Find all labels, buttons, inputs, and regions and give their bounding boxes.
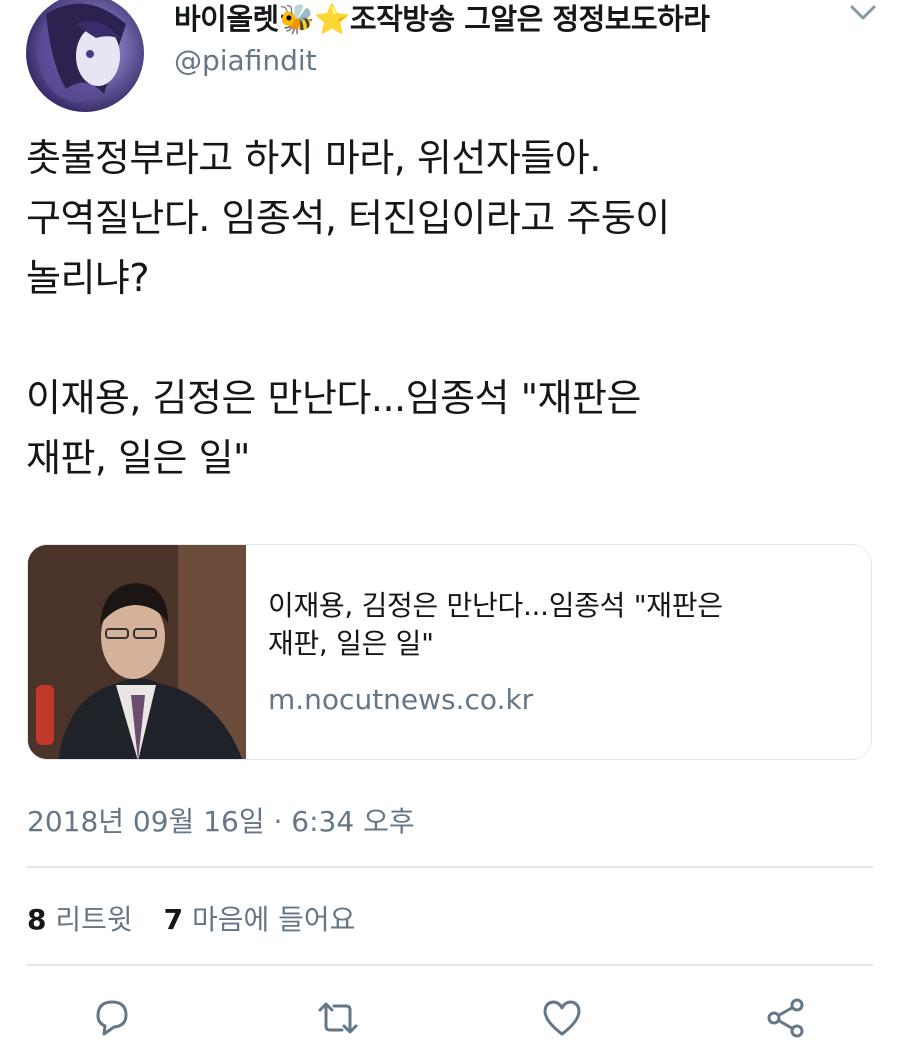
avatar[interactable]	[26, 0, 144, 112]
user-handle[interactable]: @piafindit	[174, 44, 317, 77]
like-stat[interactable]: 7 마음에 들어요	[164, 903, 356, 936]
divider	[27, 866, 873, 868]
retweet-stat[interactable]: 8 리트윗	[27, 903, 133, 936]
card-domain: m.nocutnews.co.kr	[268, 683, 534, 716]
link-card[interactable]: 이재용, 김정은 만난다...임종석 "재판은 재판, 일은 일" m.nocu…	[27, 544, 872, 760]
retweet-label: 리트윗	[55, 903, 133, 936]
avatar-image	[38, 2, 126, 102]
tweet-line: 재판, 일은 일"	[26, 436, 251, 480]
display-name[interactable]: 바이올렛🐝⭐조작방송 그알은 정정보도하라	[174, 0, 710, 38]
retweet-count: 8	[27, 903, 47, 936]
chevron-down-icon[interactable]	[848, 0, 878, 26]
tweet-line: 놀리냐?	[26, 256, 150, 300]
card-title-line: 재판, 일은 일"	[268, 627, 434, 660]
card-thumbnail	[28, 545, 246, 759]
like-count: 7	[163, 903, 184, 936]
tweet-timestamp[interactable]: 2018년 09월 16일 · 6:34 오후	[27, 800, 415, 840]
share-icon[interactable]	[764, 996, 808, 1040]
divider	[27, 964, 873, 966]
retweet-icon[interactable]	[316, 996, 360, 1040]
card-title: 이재용, 김정은 만난다...임종석 "재판은 재판, 일은 일"	[268, 587, 848, 663]
tweet-text: 촛불정부라고 하지 마라, 위선자들아. 구역질난다. 임종석, 터진입이라고 …	[26, 128, 876, 488]
tweet-stats: 8 리트윗 7 마음에 들어요	[27, 898, 377, 938]
tweet-line: 구역질난다. 임종석, 터진입이라고 주둥이	[26, 196, 670, 240]
heart-icon[interactable]	[540, 996, 584, 1040]
tweet-line: 촛불정부라고 하지 마라, 위선자들아.	[26, 136, 601, 180]
reply-icon[interactable]	[90, 996, 134, 1040]
like-label: 마음에 들어요	[191, 903, 356, 936]
card-title-line: 이재용, 김정은 만난다...임종석 "재판은	[268, 589, 723, 622]
tweet-line: 이재용, 김정은 만난다...임종석 "재판은	[26, 376, 641, 420]
